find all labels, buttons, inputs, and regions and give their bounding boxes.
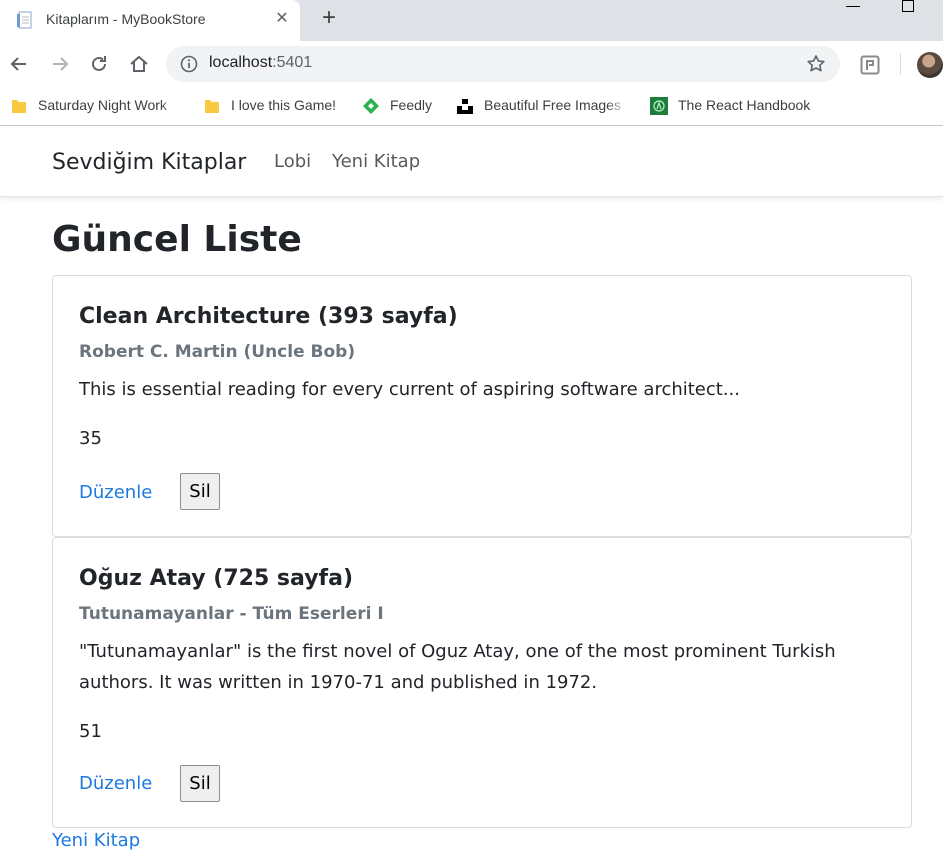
react-handbook-icon [650,97,668,115]
book-count: 35 [79,428,102,449]
folder-icon [12,100,26,113]
delete-button[interactable]: Sil [180,765,220,802]
delete-button[interactable]: Sil [180,473,220,510]
bookmark-label: I love this Game! [231,97,337,113]
bookmark-item[interactable]: Feedly [362,96,442,116]
url-port: :5401 [272,54,313,71]
info-icon[interactable] [180,55,198,73]
bookmark-label: Saturday Night Work [38,97,167,113]
page-icon [17,11,32,29]
profile-avatar[interactable] [917,52,943,78]
book-description: "Tutunamayanlar" is the first novel of O… [79,641,836,693]
bookmark-item[interactable]: Beautiful Free Images [456,96,628,116]
url-host: localhost [209,54,273,71]
minimize-icon[interactable] [846,6,860,7]
new-tab-icon[interactable]: + [317,6,341,31]
unsplash-icon [457,99,473,114]
url-text[interactable]: localhost:5401 [209,54,312,72]
edit-link[interactable]: Düzenle [79,482,152,503]
folder-icon [205,100,219,113]
close-icon[interactable]: ✕ [272,9,292,29]
book-count: 51 [79,721,102,742]
nav-link-new-book[interactable]: Yeni Kitap [332,151,420,172]
bookmark-label: Feedly [390,97,433,113]
bookmark-item[interactable]: The React Handbook [650,96,825,116]
nav-link-lobi[interactable]: Lobi [274,151,311,172]
reload-icon[interactable] [88,53,110,75]
book-description: This is essential reading for every curr… [79,379,740,400]
bookmarks-bar: Saturday Night Work I love this Game! Fe… [0,87,943,126]
book-card: Clean Architecture (393 sayfa) Robert C.… [52,275,912,537]
star-icon[interactable] [806,54,826,74]
browser-tab[interactable]: Kitaplarım - MyBookStore ✕ [0,0,300,41]
book-author: Tutunamayanlar - Tüm Eserleri I [79,604,384,624]
feedly-icon [363,98,379,114]
book-title: Clean Architecture (393 sayfa) [79,304,458,329]
book-title: Oğuz Atay (725 sayfa) [79,566,354,591]
site-navbar: Sevdiğim Kitaplar Lobi Yeni Kitap [0,126,943,197]
address-bar[interactable]: localhost:5401 [166,46,840,82]
navbar-brand[interactable]: Sevdiğim Kitaplar [52,150,246,175]
page-title: Güncel Liste [52,219,302,260]
forward-arrow-icon[interactable] [49,53,71,75]
bookmark-item[interactable]: Saturday Night Work [10,96,182,116]
book-author: Robert C. Martin (Uncle Bob) [79,342,356,362]
book-card: Oğuz Atay (725 sayfa) Tutunamayanlar - T… [52,537,912,828]
bookmark-item[interactable]: I love this Game! [203,96,348,116]
edit-link[interactable]: Düzenle [79,773,152,794]
browser-toolbar: localhost:5401 [0,41,943,87]
extension-icon[interactable] [860,55,880,75]
toolbar-divider [900,53,901,75]
home-icon[interactable] [128,53,150,75]
new-book-link[interactable]: Yeni Kitap [52,830,140,851]
bookmark-label: Beautiful Free Images [484,97,621,113]
browser-tabstrip: Kitaplarım - MyBookStore ✕ + [0,0,943,41]
back-arrow-icon[interactable] [8,53,30,75]
maximize-icon[interactable] [902,0,914,12]
bookmark-label: The React Handbook [678,97,811,113]
tab-title: Kitaplarım - MyBookStore [46,11,206,27]
